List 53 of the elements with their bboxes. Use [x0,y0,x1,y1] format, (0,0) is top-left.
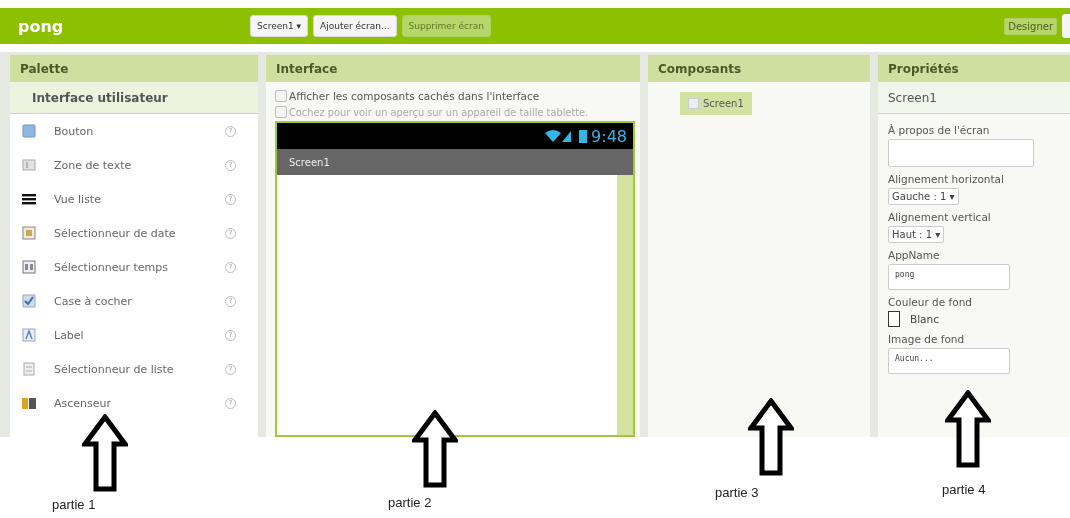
palette-item-label: Vue liste [54,192,101,206]
component-name: Screen1 [878,82,1070,114]
palette-item-label: Label [54,328,84,342]
project-name: pong [18,16,65,36]
palette-item-label: Sélectionneur de liste [54,362,174,376]
property-label: À propos de l'écran [888,124,990,136]
picker-icon [22,362,36,376]
property-label: Alignement horizontal [888,173,1004,185]
palette-item-label: Sélectionneur temps [54,260,168,274]
palette-item-label: Sélectionneur de date [54,226,176,240]
battery-icon [579,129,588,143]
text-icon [22,158,36,172]
annotation-label: partie 4 [942,482,986,497]
text-area[interactable] [888,139,1034,167]
property-label: AppName [888,249,940,261]
palette-item-label: Case à cocher [54,294,132,308]
property-label: Alignement vertical [888,211,991,223]
date-icon [22,226,36,240]
designer-button[interactable]: Designer [1004,17,1057,35]
color-name: Blanc [910,313,939,325]
palette-group-header[interactable]: Interface utilisateur [10,82,258,114]
annotation-label: partie 3 [715,485,759,500]
toolbar-button[interactable] [1062,14,1070,38]
dropdown[interactable]: Haut : 1 ▾ [888,226,945,243]
annotation-label: partie 1 [52,497,96,512]
checkbox-option[interactable]: Afficher les composants cachés dans l'interface [275,90,640,102]
arrow-icon [412,410,458,488]
list-icon [22,192,36,206]
input-field[interactable]: Aucun... [888,348,1010,374]
slider-icon [22,396,36,410]
panel-header: Palette [10,55,258,82]
dropdown[interactable]: Gauche : 1 ▾ [888,188,959,205]
palette-item-label: Zone de texte [54,158,132,172]
time-icon [22,260,36,274]
input-field[interactable]: pong [888,264,1010,290]
panel-header: Propriétés [878,55,1070,82]
toolbar-button[interactable]: Screen1 ▾ [250,15,309,37]
panel-header: Interface [266,55,640,82]
palette-item-label: Bouton [54,124,94,138]
checkbox[interactable] [275,90,287,102]
button-icon [22,124,36,138]
panel-header: Composants [648,55,870,82]
color-swatch[interactable] [888,311,900,327]
annotation-label: partie 2 [388,495,432,510]
clock-time: 9:48 [591,126,627,146]
property-label: Image de fond [888,333,965,345]
screen-title-bar: Screen1 [277,149,633,175]
toolbar-button[interactable]: Ajouter écran... [313,15,397,37]
label-icon [22,328,36,342]
tree-item[interactable]: Screen1 [680,92,752,115]
check-icon [22,294,36,308]
property-label: Couleur de fond [888,296,972,308]
palette-item-label: Ascenseur [54,396,112,410]
